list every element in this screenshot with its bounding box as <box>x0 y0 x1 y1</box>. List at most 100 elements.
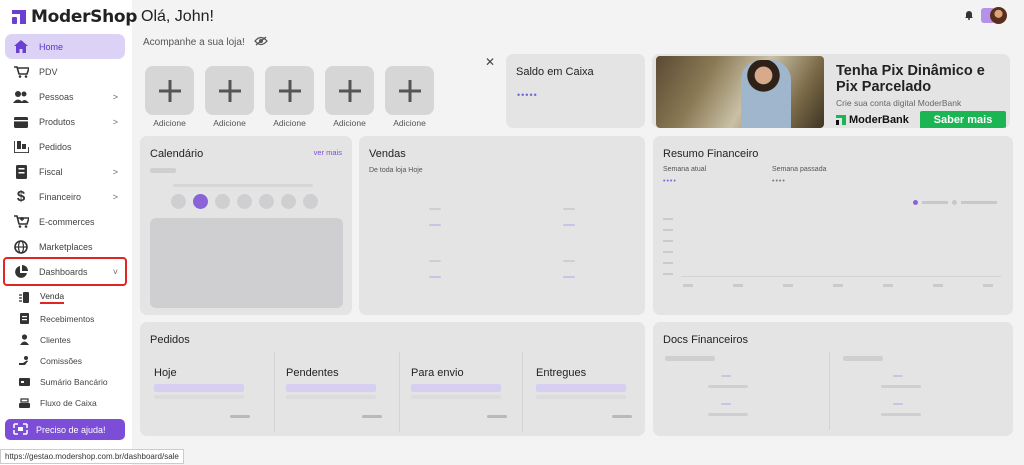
banner-brand-text: ModerBank <box>849 114 909 126</box>
nav-item-label: Home <box>39 41 64 52</box>
cashflow-icon <box>18 397 30 408</box>
globe-icon <box>13 239 29 254</box>
nav-item-label: Produtos <box>39 116 76 127</box>
sidebar: ModerShop Home PDV Pessoas > Produtos > … <box>0 0 137 465</box>
nav-item-produtos[interactable]: Produtos > <box>5 109 125 134</box>
pedidos-col-label: Entregues <box>536 367 587 379</box>
banner-photo <box>656 56 824 128</box>
subline-text: Acompanhe a sua loja! <box>143 37 245 48</box>
fiscal-icon <box>13 164 29 179</box>
sub-item-label: Clientes <box>40 334 71 345</box>
orders-icon <box>13 140 29 154</box>
resumo-col1-label: Semana atual <box>663 166 707 173</box>
greeting: Olá, John! <box>141 8 214 25</box>
nav-item-pdv[interactable]: PDV <box>5 59 125 84</box>
pedidos-title: Pedidos <box>150 334 190 346</box>
nav-item-dashboards[interactable]: Dashboards ˅ <box>3 257 127 286</box>
nav-item-pedidos[interactable]: Pedidos <box>5 134 125 159</box>
main-nav: Home PDV Pessoas > Produtos > Pedidos Fi… <box>3 34 127 286</box>
help-button[interactable]: Preciso de ajuda! <box>5 419 125 440</box>
pie-chart-icon <box>13 264 29 279</box>
logo[interactable]: ModerShop <box>12 7 137 27</box>
saber-mais-button[interactable]: Saber mais <box>920 111 1006 128</box>
chevron-right-icon: > <box>112 116 118 127</box>
nav-item-label: Financeiro <box>39 191 82 202</box>
receipt-icon <box>18 313 30 324</box>
nav-item-ecommerces[interactable]: E-commerces <box>5 209 125 234</box>
moderbank-logo-icon <box>836 115 846 125</box>
vendas-subtitle: De toda loja Hoje <box>369 167 423 174</box>
bell-icon[interactable] <box>965 7 973 25</box>
pedidos-col-entregues[interactable]: Entregues <box>522 352 645 432</box>
resumo-card: Resumo Financeiro Semana atual Semana pa… <box>653 136 1013 315</box>
sub-item-recebimentos[interactable]: Recebimentos <box>0 308 130 329</box>
nav-item-label: Dashboards <box>39 266 88 277</box>
nav-item-label: Pedidos <box>39 141 72 152</box>
resumo-col2-value: •••• <box>772 178 786 185</box>
chevron-right-icon: > <box>112 91 118 102</box>
nav-item-marketplaces[interactable]: Marketplaces <box>5 234 125 259</box>
shortcut-label: Adicione <box>273 118 306 128</box>
nav-item-pessoas[interactable]: Pessoas > <box>5 84 125 109</box>
shortcut-label: Adicione <box>393 118 426 128</box>
nav-item-financeiro[interactable]: $ Financeiro > <box>5 184 125 209</box>
saldo-value: ••••• <box>517 90 538 100</box>
calendar-link[interactable]: ver mais <box>314 148 342 157</box>
ecommerce-icon <box>13 215 29 229</box>
resumo-col1-value: •••• <box>663 178 677 185</box>
banner-subtitle: Crie sua conta digital ModerBank <box>836 98 962 108</box>
nav-item-label: Fiscal <box>39 166 63 177</box>
resumo-chart-area <box>661 216 1001 296</box>
shortcut-tile[interactable]: Adicione <box>145 66 194 128</box>
pedidos-col-hoje[interactable]: Hoje <box>140 352 275 432</box>
shortcut-tile[interactable]: Adicione <box>325 66 374 128</box>
banner-brand: ModerBank <box>836 114 909 126</box>
top-right-actions <box>965 7 1009 25</box>
people-icon <box>13 90 29 104</box>
sub-item-sumario-bancario[interactable]: Sumário Bancário <box>0 371 130 392</box>
sub-item-label: Recebimentos <box>40 313 95 324</box>
saldo-title: Saldo em Caixa <box>516 66 594 78</box>
nav-item-home[interactable]: Home <box>5 34 125 59</box>
sub-item-label: Venda <box>40 291 65 304</box>
sub-item-label: Comissões <box>40 355 83 366</box>
shortcut-label: Adicione <box>333 118 366 128</box>
nav-item-fiscal[interactable]: Fiscal > <box>5 159 125 184</box>
home-icon <box>13 40 29 54</box>
pedidos-col-pendentes[interactable]: Pendentes <box>272 352 400 432</box>
chevron-right-icon: > <box>112 166 118 177</box>
plus-icon <box>338 79 361 102</box>
chevron-right-icon: > <box>112 191 118 202</box>
shortcut-tiles: Adicione Adicione Adicione Adicione Adic… <box>145 66 434 128</box>
sub-item-clientes[interactable]: Clientes <box>0 329 130 350</box>
plus-icon <box>158 79 181 102</box>
sub-item-venda[interactable]: Venda <box>0 287 130 308</box>
pedidos-col-label: Para envio <box>411 367 464 379</box>
docs-card: Docs Financeiros <box>653 322 1013 436</box>
cart-icon <box>13 65 29 79</box>
close-icon[interactable]: ✕ <box>485 55 495 69</box>
subline: Acompanhe a sua loja! <box>143 36 268 49</box>
dollar-icon: $ <box>16 188 26 205</box>
calendar-card: Calendário ver mais <box>140 136 352 315</box>
vendas-card: Vendas De toda loja Hoje <box>359 136 645 315</box>
client-icon <box>18 334 30 345</box>
sub-item-fluxo-de-caixa[interactable]: Fluxo de Caixa <box>0 392 130 413</box>
box-icon <box>13 115 29 129</box>
nav-item-label: Pessoas <box>39 91 74 102</box>
shortcut-tile[interactable]: Adicione <box>385 66 434 128</box>
help-button-label: Preciso de ajuda! <box>36 424 106 435</box>
sub-item-label: Fluxo de Caixa <box>40 397 97 408</box>
status-url: https://gestao.modershop.com.br/dashboar… <box>0 449 184 464</box>
plus-icon <box>398 79 421 102</box>
nav-item-label: PDV <box>39 66 58 77</box>
banner-title: Tenha Pix Dinâmico e Pix Parcelado <box>836 63 985 95</box>
sub-item-comissoes[interactable]: Comissões <box>0 350 130 371</box>
avatar[interactable] <box>981 7 1009 25</box>
shortcut-tile[interactable]: Adicione <box>265 66 314 128</box>
shortcut-tile[interactable]: Adicione <box>205 66 254 128</box>
pedidos-col-para-envio[interactable]: Para envio <box>397 352 523 432</box>
pedidos-col-label: Hoje <box>154 367 177 379</box>
eye-off-icon[interactable] <box>253 36 268 49</box>
calendar-days <box>171 194 318 209</box>
